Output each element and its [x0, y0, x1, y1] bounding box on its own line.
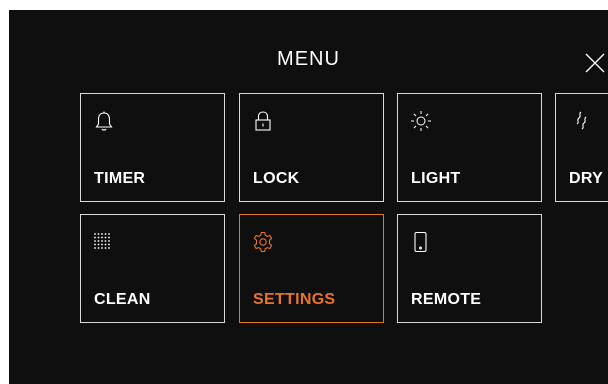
gear-icon: [251, 230, 275, 254]
menu-tile-label: CLEAN: [94, 291, 151, 308]
menu-tile-timer[interactable]: TIMER: [80, 93, 225, 202]
close-icon: [585, 53, 605, 73]
menu-tile-settings[interactable]: SETTINGS: [239, 214, 384, 323]
menu-tile-label: SETTINGS: [253, 291, 336, 308]
menu-tile-clean[interactable]: CLEAN: [80, 214, 225, 323]
menu-tile-label: DRY: [569, 170, 604, 187]
menu-tile-light[interactable]: LIGHT: [397, 93, 542, 202]
menu-tile-label: LIGHT: [411, 170, 461, 187]
menu-tile-dry[interactable]: DRY: [555, 93, 608, 202]
phone-icon: [409, 230, 433, 254]
menu-tile-remote[interactable]: REMOTE: [397, 214, 542, 323]
dot-grid-icon: [92, 230, 116, 254]
dry-waves-icon: [567, 109, 591, 133]
sun-icon: [409, 109, 433, 133]
menu-tile-label: REMOTE: [411, 291, 482, 308]
menu-tile-lock[interactable]: LOCK: [239, 93, 384, 202]
page-title: MENU: [277, 48, 340, 70]
menu-tile-label: LOCK: [253, 170, 300, 187]
menu-tile-label: TIMER: [94, 170, 146, 187]
close-button[interactable]: [582, 50, 608, 76]
menu-screen: MENU TIMER LOCK LIGHT DRY CLEAN SETTINGS…: [9, 10, 608, 384]
lock-icon: [251, 109, 275, 133]
bell-icon: [92, 109, 116, 133]
